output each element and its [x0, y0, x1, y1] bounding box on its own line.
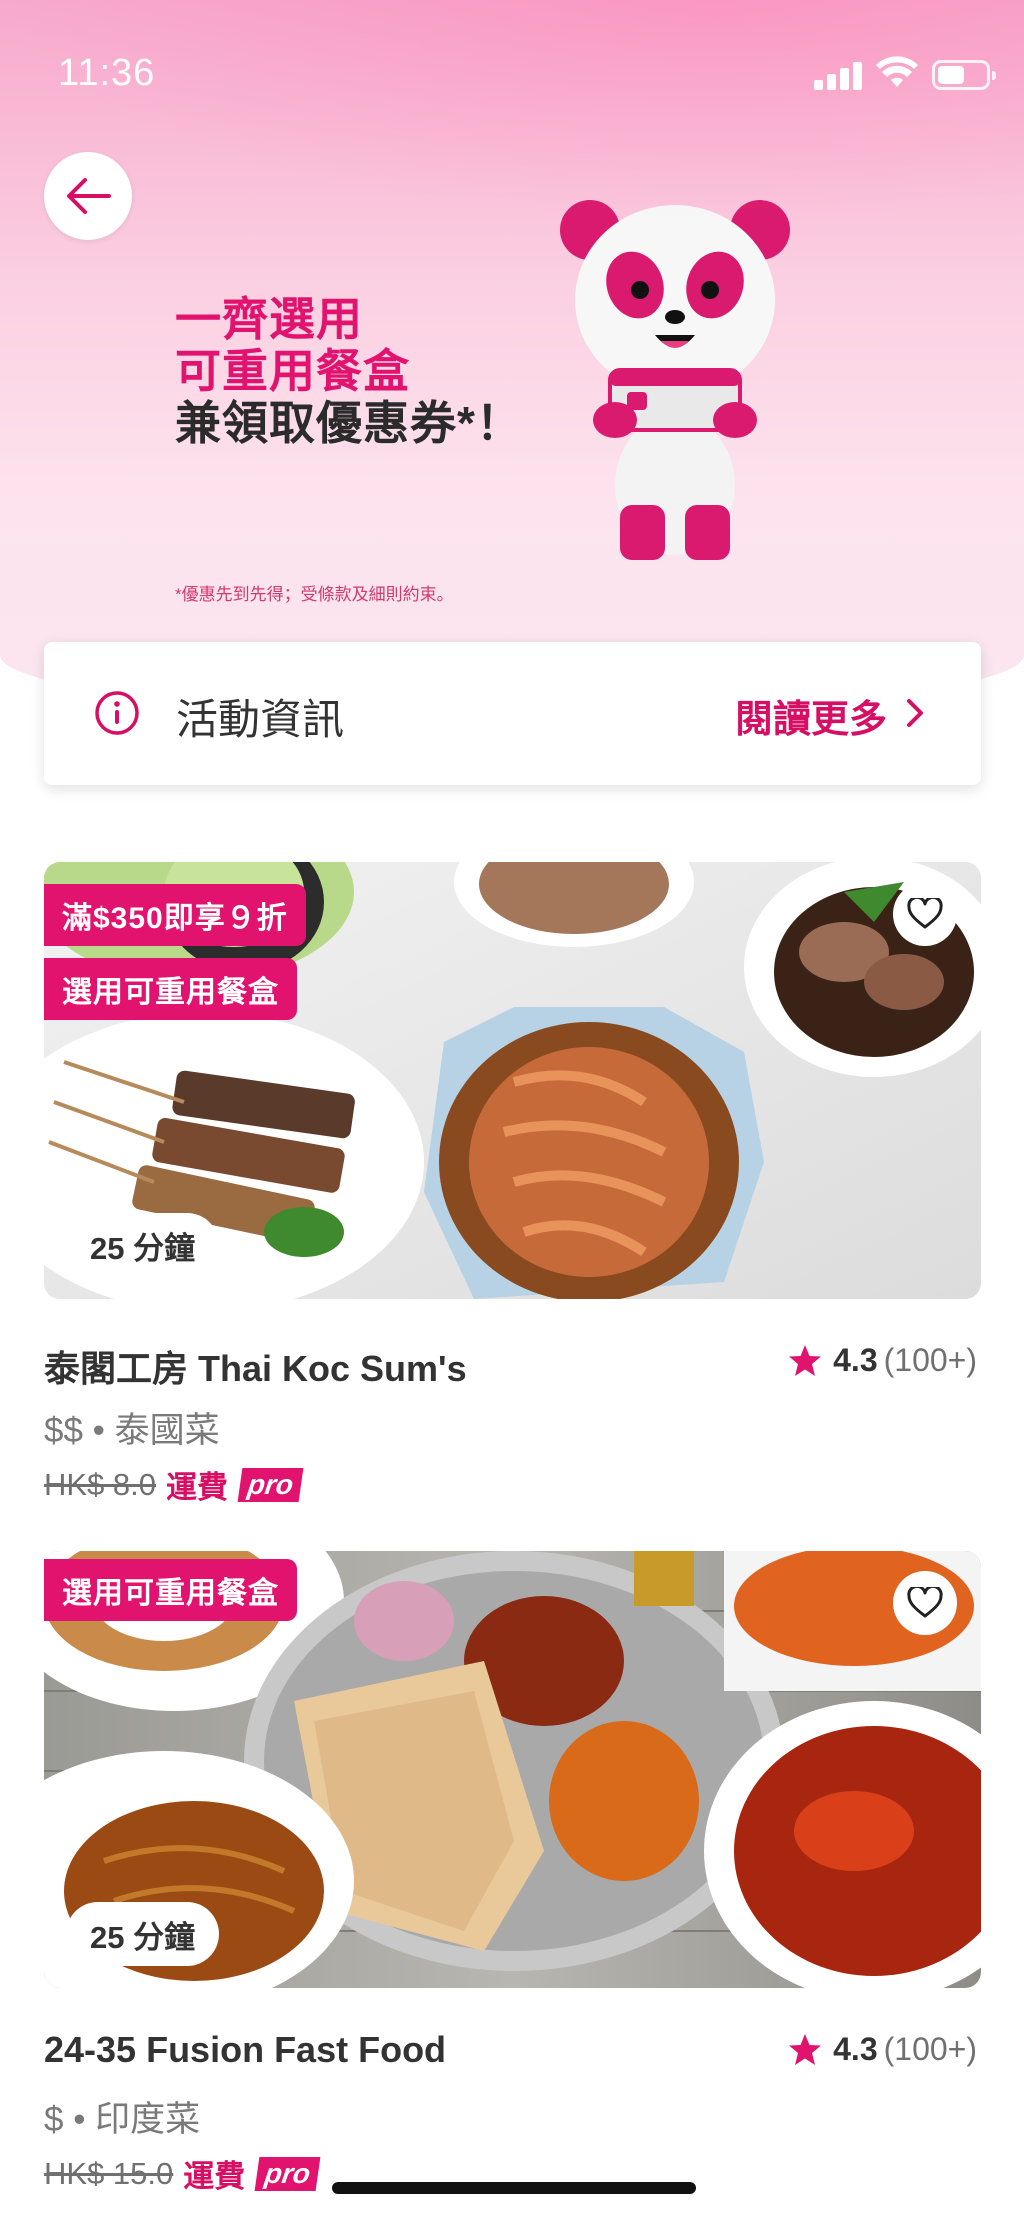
event-info-card[interactable]: 活動資訊 閱讀更多 — [44, 642, 981, 785]
back-button[interactable] — [44, 152, 132, 240]
restaurant-card[interactable]: 滿$350即享９折 選用可重用餐盒 25 分鐘 泰閣工房 Thai Koc Su… — [44, 862, 981, 1505]
favorite-button[interactable] — [893, 882, 957, 946]
delivery-fee-old: HK$ 8.0 — [44, 1466, 157, 1502]
pro-badge: pro — [254, 2156, 321, 2191]
promo-line-1: 一齊選用 — [175, 293, 363, 345]
delivery-fee-label: 運費 — [166, 1470, 229, 1505]
heart-icon — [907, 898, 943, 929]
restaurant-rating: 4.3 (100+) — [787, 1342, 977, 1379]
promo-note: *優惠先到先得；受條款及細則約束。 — [175, 585, 454, 604]
delivery-fee-label: 運費 — [183, 2159, 246, 2194]
rating-score: 4.3 — [833, 2031, 878, 2067]
signal-icon — [814, 60, 862, 90]
status-time: 11:36 — [58, 52, 156, 94]
promo-line-2: 可重用餐盒 — [175, 345, 410, 397]
rating-score: 4.3 — [833, 1342, 878, 1378]
restaurant-meta: $ • 印度菜 — [44, 2100, 201, 2139]
wifi-icon — [876, 56, 918, 87]
restaurant-card[interactable]: 選用可重用餐盒 25 分鐘 24-35 Fusion Fast Food 4.3… — [44, 1551, 981, 2194]
delivery-fee-row: HK$ 8.0 運費 pro — [44, 1462, 304, 1507]
battery-icon — [932, 60, 996, 90]
delivery-time-badge: 25 分鐘 — [66, 1213, 220, 1277]
favorite-button[interactable] — [893, 1571, 957, 1635]
pro-badge: pro — [237, 1467, 304, 1502]
home-indicator[interactable] — [332, 2182, 696, 2194]
rating-count: (100+) — [883, 1342, 977, 1378]
star-icon — [789, 1344, 822, 1376]
restaurant-name[interactable]: 泰閣工房 Thai Koc Sum's — [44, 1340, 467, 1392]
delivery-fee-old: HK$ 15.0 — [44, 2155, 174, 2191]
read-more-link[interactable]: 閱讀更多 — [735, 688, 887, 743]
arrow-left-icon — [67, 178, 111, 214]
info-icon — [95, 691, 139, 735]
star-icon — [789, 2033, 822, 2065]
panda-mascot-image — [560, 200, 790, 560]
delivery-time-badge: 25 分鐘 — [66, 1902, 220, 1966]
heart-icon — [907, 1587, 943, 1618]
rating-count: (100+) — [883, 2031, 977, 2067]
discount-tag: 滿$350即享９折 — [44, 884, 306, 946]
delivery-fee-row: HK$ 15.0 運費 pro — [44, 2151, 321, 2196]
restaurant-name[interactable]: 24-35 Fusion Fast Food — [44, 2029, 446, 2071]
reusable-box-tag: 選用可重用餐盒 — [44, 1559, 297, 1621]
chevron-right-icon — [907, 699, 923, 727]
promo-line-3: 兼領取優惠券*！ — [175, 397, 523, 449]
reusable-box-tag: 選用可重用餐盒 — [44, 958, 297, 1020]
restaurant-meta: $$ • 泰國菜 — [44, 1411, 220, 1450]
event-info-title: 活動資訊 — [176, 696, 345, 743]
restaurant-rating: 4.3 (100+) — [787, 2031, 977, 2068]
status-bar: 11:36 — [0, 0, 1024, 140]
